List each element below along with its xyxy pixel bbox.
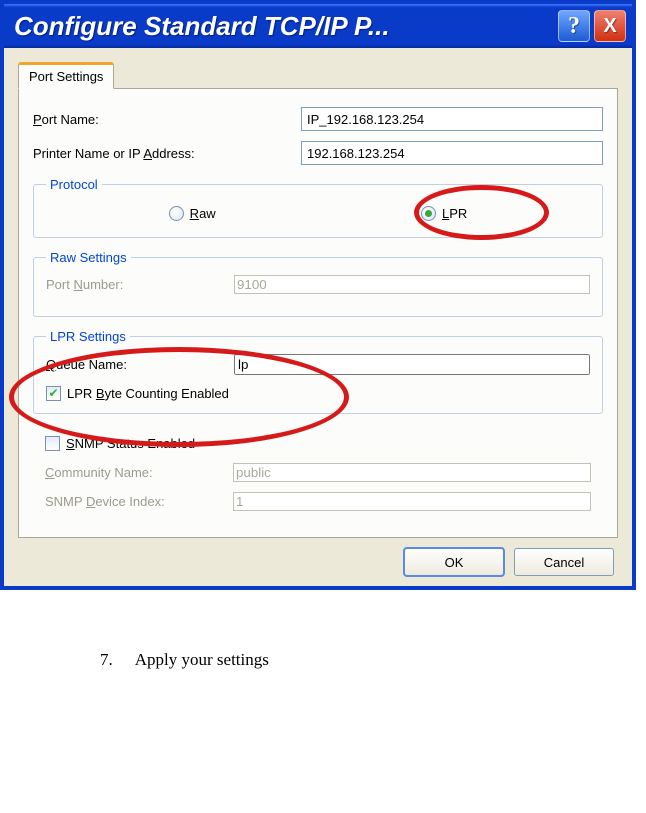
row-ip-address: Printer Name or IP Address: (33, 141, 603, 165)
titlebar: Configure Standard TCP/IP P... ? X (4, 4, 632, 48)
port-name-label: Port Name: (33, 112, 301, 127)
doc-step: 7. Apply your settings (100, 650, 646, 670)
snmp-index-input (233, 492, 591, 511)
radio-lpr-label: LPR (442, 206, 467, 221)
port-name-input[interactable] (301, 107, 603, 131)
doc-step-text: Apply your settings (135, 650, 269, 670)
radio-lpr-indicator (421, 206, 436, 221)
lpr-settings-group: LPR Settings Queue Name: ✔ LPR Byte Coun… (33, 329, 603, 414)
doc-step-number: 7. (100, 650, 113, 670)
lpr-byte-counting-label: LPR Byte Counting Enabled (67, 386, 229, 401)
protocol-legend: Protocol (46, 177, 102, 192)
help-button[interactable]: ? (558, 10, 590, 42)
button-bar: OK Cancel (18, 538, 618, 578)
window-title: Configure Standard TCP/IP P... (14, 11, 554, 42)
ok-button[interactable]: OK (404, 548, 504, 576)
tab-port-settings[interactable]: Port Settings (18, 62, 114, 89)
close-button[interactable]: X (594, 10, 626, 42)
queue-name-label: Queue Name: (46, 357, 234, 372)
ip-address-input[interactable] (301, 141, 603, 165)
community-name-label: Community Name: (45, 465, 233, 480)
port-number-label: Port Number: (46, 277, 234, 292)
protocol-group: Protocol Raw LPR (33, 177, 603, 238)
radio-raw-indicator (169, 206, 184, 221)
lpr-settings-legend: LPR Settings (46, 329, 130, 344)
radio-lpr[interactable]: LPR (421, 206, 467, 221)
tab-body: Port Name: Printer Name or IP Address: P… (18, 88, 618, 538)
queue-name-input[interactable] (234, 354, 590, 375)
raw-settings-group: Raw Settings Port Number: (33, 250, 603, 317)
lpr-byte-counting-checkbox[interactable]: ✔ LPR Byte Counting Enabled (46, 386, 229, 401)
snmp-status-label: SNMP Status Enabled (66, 436, 195, 451)
radio-raw[interactable]: Raw (169, 206, 216, 221)
raw-settings-legend: Raw Settings (46, 250, 131, 265)
tab-strip: Port Settings (18, 62, 618, 89)
checkbox-unchecked-icon: ✔ (45, 436, 60, 451)
client-area: Port Settings Port Name: Printer Name or… (4, 48, 632, 586)
help-icon: ? (568, 13, 580, 40)
checkbox-checked-icon: ✔ (46, 386, 61, 401)
radio-raw-label: Raw (190, 206, 216, 221)
close-icon: X (603, 15, 616, 38)
community-name-input (233, 463, 591, 482)
snmp-group: ✔ SNMP Status Enabled Community Name: SN… (33, 426, 603, 524)
port-number-input (234, 275, 590, 294)
cancel-button[interactable]: Cancel (514, 548, 614, 576)
dialog-window: Configure Standard TCP/IP P... ? X Port … (0, 0, 636, 590)
snmp-index-label: SNMP Device Index: (45, 494, 233, 509)
ip-address-label: Printer Name or IP Address: (33, 146, 301, 161)
row-port-name: Port Name: (33, 107, 603, 131)
snmp-status-checkbox[interactable]: ✔ SNMP Status Enabled (45, 436, 195, 451)
